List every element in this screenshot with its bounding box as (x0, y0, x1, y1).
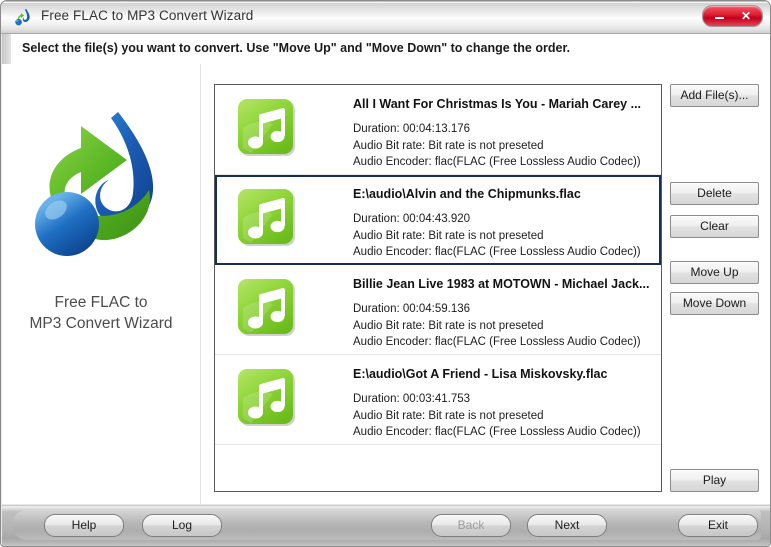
instruction-text: Select the file(s) you want to convert. … (22, 41, 571, 55)
file-list-item[interactable]: All I Want For Christmas Is You - Mariah… (215, 85, 661, 175)
brand-name-line1: Free FLAC to (54, 294, 148, 311)
music-note-file-icon (238, 99, 295, 156)
log-button[interactable]: Log (142, 514, 222, 537)
exit-button[interactable]: Exit (678, 514, 758, 537)
file-item-duration: Duration: 00:04:59.136 (353, 303, 471, 315)
file-item-title: E:\audio\Alvin and the Chipmunks.flac (353, 187, 581, 201)
title-bar: Free FLAC to MP3 Convert Wizard ✕ (1, 1, 770, 34)
file-item-title: All I Want For Christmas Is You - Mariah… (353, 97, 642, 111)
file-item-encoder: Audio Encoder: flac(FLAC (Free Lossless … (353, 426, 641, 438)
play-button[interactable]: Play (670, 469, 759, 492)
file-item-title: E:\audio\Got A Friend - Lisa Miskovsky.f… (353, 367, 608, 381)
file-item-encoder: Audio Encoder: flac(FLAC (Free Lossless … (353, 156, 641, 168)
bottom-bar-inner (12, 510, 761, 540)
content-area: Free FLAC to MP3 Convert Wizard All I Wa (2, 64, 770, 504)
file-item-text: All I Want For Christmas Is You - Mariah… (353, 97, 655, 171)
file-item-bitrate: Audio Bit rate: Bit rate is not preseted (353, 229, 544, 242)
file-list-item[interactable]: Billie Jean Live 1983 at MOTOWN - Michae… (215, 265, 661, 355)
music-note-convert-logo-icon (35, 112, 154, 256)
add-files-button[interactable]: Add File(s)... (670, 84, 759, 107)
instruction-bar-edge (2, 34, 11, 64)
file-item-bitrate: Audio Bit rate: Bit rate is not preseted (353, 319, 544, 332)
side-button-column: Add File(s)... Delete Clear Move Up Move… (670, 84, 760, 315)
file-item-duration: Duration: 00:03:41.753 (353, 393, 471, 405)
help-button[interactable]: Help (44, 514, 124, 537)
music-note-file-icon (238, 279, 295, 336)
file-item-duration: Duration: 00:04:13.176 (353, 123, 471, 135)
file-item-bitrate: Audio Bit rate: Bit rate is not preseted (353, 409, 544, 422)
branding-panel: Free FLAC to MP3 Convert Wizard (2, 64, 201, 504)
app-logo-icon (15, 8, 30, 26)
file-item-encoder: Audio Encoder: flac(FLAC (Free Lossless … (353, 246, 641, 258)
back-button[interactable]: Back (431, 514, 511, 537)
file-list-item[interactable]: E:\audio\Alvin and the Chipmunks.flac Dur… (215, 175, 661, 265)
application-window: Free FLAC to MP3 Convert Wizard ✕ Select… (0, 0, 771, 547)
move-down-button[interactable]: Move Down (670, 292, 759, 315)
music-note-file-icon (238, 369, 295, 426)
brand-name: Free FLAC to MP3 Convert Wizard (2, 292, 200, 334)
move-up-button[interactable]: Move Up (670, 261, 759, 284)
window-controls: ✕ (702, 5, 763, 27)
brand-name-line2: MP3 Convert Wizard (29, 315, 173, 332)
file-item-encoder: Audio Encoder: flac(FLAC (Free Lossless … (353, 336, 641, 348)
bottom-bar: Help Log Back Next Exit (2, 505, 770, 546)
file-item-text: Billie Jean Live 1983 at MOTOWN - Michae… (353, 277, 655, 351)
file-item-text: E:\audio\Got A Friend - Lisa Miskovsky.f… (353, 367, 655, 441)
file-item-title: Billie Jean Live 1983 at MOTOWN - Michae… (353, 277, 650, 291)
file-item-text: E:\audio\Alvin and the Chipmunks.flac Dur… (353, 187, 653, 261)
clear-button[interactable]: Clear (670, 215, 759, 238)
close-button[interactable]: ✕ (733, 6, 759, 26)
window-title: Free FLAC to MP3 Convert Wizard (41, 8, 254, 23)
minimize-button[interactable] (706, 6, 733, 26)
music-note-file-icon (238, 189, 295, 246)
next-button[interactable]: Next (527, 514, 607, 537)
file-list[interactable]: All I Want For Christmas Is You - Mariah… (214, 84, 662, 492)
file-list-item[interactable]: E:\audio\Got A Friend - Lisa Miskovsky.f… (215, 355, 661, 445)
file-item-duration: Duration: 00:04:43.920 (353, 213, 471, 225)
instruction-bar: Select the file(s) you want to convert. … (2, 34, 770, 65)
file-item-bitrate: Audio Bit rate: Bit rate is not preseted (353, 139, 544, 152)
delete-button[interactable]: Delete (670, 182, 759, 205)
